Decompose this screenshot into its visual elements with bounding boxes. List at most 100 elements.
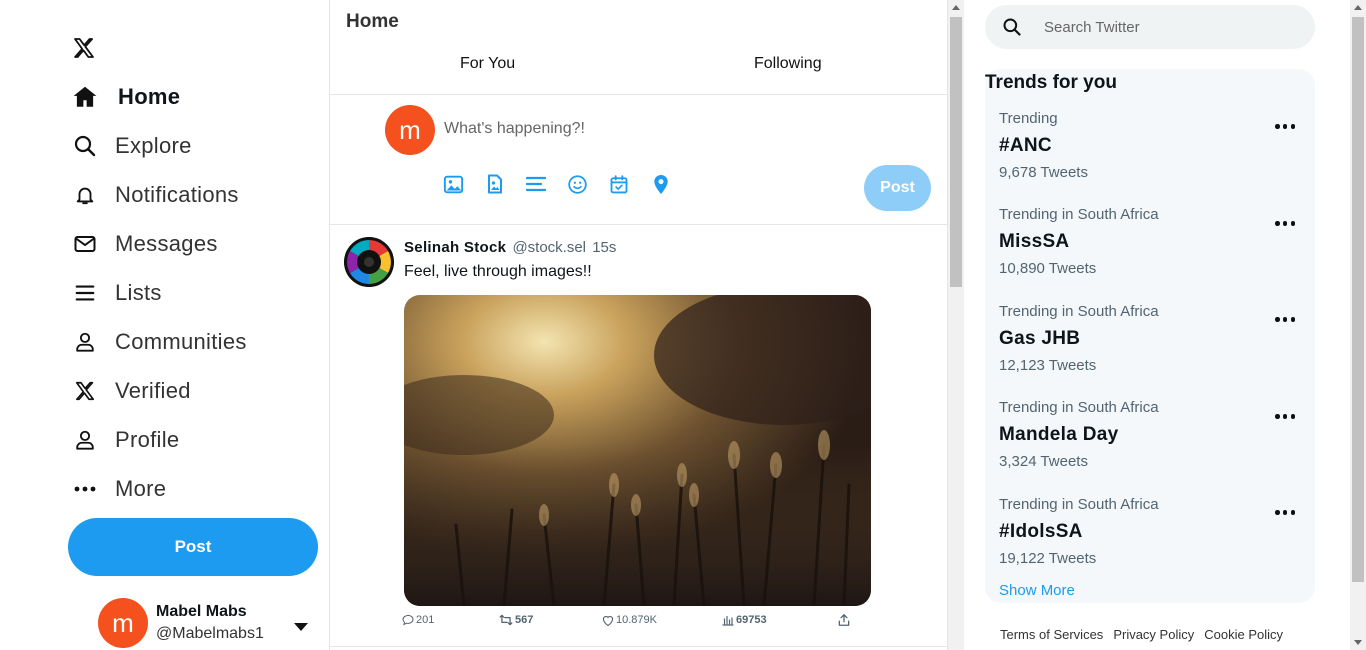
footer-link-terms[interactable]: Terms of Services — [1000, 627, 1103, 642]
views-button[interactable]: 69753 — [722, 612, 767, 628]
emoji-icon[interactable] — [567, 173, 589, 195]
sidebar-item-verified[interactable]: Verified — [72, 371, 191, 411]
compose-input[interactable] — [444, 112, 904, 146]
more-icon[interactable] — [1275, 317, 1295, 323]
sidebar-item-label: Messages — [115, 231, 218, 256]
trend-count: 19,122 Tweets — [999, 550, 1097, 567]
list-icon — [72, 280, 98, 306]
tweet-author-name[interactable]: Selinah Stock — [404, 239, 506, 256]
mail-icon — [72, 231, 98, 257]
search-icon — [72, 133, 98, 159]
tweet-avatar[interactable] — [344, 237, 394, 287]
more-icon[interactable] — [1275, 414, 1295, 420]
people-icon — [72, 329, 98, 355]
sidebar: Home Explore Notifications Messages List — [0, 0, 330, 650]
sidebar-item-messages[interactable]: Messages — [72, 224, 218, 264]
tweet-author-handle[interactable]: @stock.sel — [512, 239, 586, 256]
x-logo-icon[interactable] — [72, 36, 96, 60]
sidebar-item-profile[interactable]: Profile — [72, 420, 179, 460]
search-input[interactable] — [1044, 18, 1284, 36]
share-button[interactable] — [837, 612, 851, 628]
trend-count: 9,678 Tweets — [999, 164, 1088, 181]
image-icon[interactable] — [442, 173, 464, 195]
sidebar-item-label: Verified — [115, 378, 191, 403]
scroll-up-arrow-icon[interactable] — [952, 5, 960, 10]
sidebar-item-label: Notifications — [115, 182, 239, 207]
more-icon — [72, 476, 98, 502]
timeline-scrollbar[interactable] — [948, 0, 964, 650]
trend-item[interactable]: Trending in South Africa #IdolsSA 19,122… — [999, 496, 1299, 567]
trend-category: Trending — [999, 110, 1058, 127]
heart-icon — [602, 615, 614, 626]
trend-category: Trending in South Africa — [999, 399, 1159, 416]
page-title: Home — [346, 11, 399, 32]
like-button[interactable]: 10.879K — [602, 612, 657, 628]
x-logo-icon — [72, 378, 98, 404]
poll-icon[interactable] — [525, 173, 547, 195]
more-icon[interactable] — [1275, 510, 1295, 516]
compose-toolbar — [442, 173, 691, 195]
scrollbar-thumb[interactable] — [1352, 17, 1364, 582]
tweet-text: Feel, live through images!! — [404, 263, 592, 280]
scroll-down-arrow-icon[interactable] — [1354, 640, 1362, 645]
scroll-up-arrow-icon[interactable] — [1354, 5, 1362, 10]
trend-category: Trending in South Africa — [999, 303, 1159, 320]
trend-name: MissSA — [999, 231, 1070, 252]
sidebar-item-label: More — [115, 476, 167, 501]
bar-chart-icon — [722, 615, 734, 626]
account-display-name: Mabel Mabs — [156, 603, 247, 620]
compose-avatar: m — [385, 105, 435, 155]
app-root: Home Explore Notifications Messages List — [0, 0, 1366, 650]
footer-links: Terms of Services Privacy Policy Cookie … — [1000, 627, 1293, 642]
trend-name: #ANC — [999, 135, 1052, 156]
window-scrollbar[interactable] — [1350, 0, 1366, 650]
divider — [330, 646, 947, 647]
divider — [330, 224, 947, 225]
trend-item[interactable]: Trending in South Africa Mandela Day 3,3… — [999, 399, 1299, 470]
sidebar-item-home[interactable]: Home — [72, 77, 180, 117]
caret-down-icon[interactable] — [294, 623, 308, 631]
scrollbar-thumb[interactable] — [950, 17, 962, 287]
retweet-button[interactable]: 567 — [499, 612, 533, 628]
account-switcher[interactable]: m Mabel Mabs @Mabelmabs1 — [98, 597, 320, 649]
trend-count: 3,324 Tweets — [999, 453, 1088, 470]
show-more-link[interactable]: Show More — [999, 582, 1075, 599]
footer-link-privacy[interactable]: Privacy Policy — [1113, 627, 1194, 642]
location-icon[interactable] — [650, 173, 672, 195]
home-icon — [72, 84, 98, 110]
sidebar-item-label: Profile — [115, 427, 180, 452]
reply-button[interactable]: 201 — [402, 612, 434, 628]
sidebar-item-label: Home — [118, 84, 181, 109]
more-icon[interactable] — [1275, 124, 1295, 130]
search-bar[interactable] — [985, 5, 1315, 49]
tab-following[interactable]: Following — [754, 55, 822, 73]
reply-count: 201 — [416, 614, 435, 626]
gif-icon[interactable] — [484, 173, 506, 195]
account-handle: @Mabelmabs1 — [156, 625, 264, 642]
footer-link-cookie[interactable]: Cookie Policy — [1204, 627, 1283, 642]
trend-name: Gas JHB — [999, 328, 1081, 349]
search-icon — [1003, 18, 1021, 36]
tab-for-you[interactable]: For You — [460, 55, 515, 73]
tweet-image[interactable] — [404, 295, 871, 606]
bell-icon — [72, 182, 98, 208]
more-icon[interactable] — [1275, 221, 1295, 227]
sidebar-item-explore[interactable]: Explore — [72, 126, 192, 166]
trends-title: Trends for you — [985, 72, 1117, 93]
trend-name: Mandela Day — [999, 424, 1119, 445]
trend-item[interactable]: Trending in South Africa MissSA 10,890 T… — [999, 206, 1299, 277]
sidebar-item-more[interactable]: More — [72, 469, 166, 509]
sidebar-item-label: Explore — [115, 133, 192, 158]
trend-item[interactable]: Trending #ANC 9,678 Tweets — [999, 110, 1299, 181]
sidebar-item-label: Communities — [115, 329, 247, 354]
schedule-icon[interactable] — [608, 173, 630, 195]
compose-post-button[interactable]: Post — [864, 165, 931, 211]
share-icon — [838, 614, 850, 626]
sidebar-item-lists[interactable]: Lists — [72, 273, 162, 313]
sidebar-item-notifications[interactable]: Notifications — [72, 175, 239, 215]
tweet-timestamp[interactable]: 15s — [592, 239, 616, 256]
sidebar-item-communities[interactable]: Communities — [72, 322, 247, 362]
trend-item[interactable]: Trending in South Africa Gas JHB 12,123 … — [999, 303, 1299, 374]
post-button[interactable]: Post — [68, 518, 318, 576]
main-timeline: Home For You Following m What's happenin… — [330, 0, 948, 650]
